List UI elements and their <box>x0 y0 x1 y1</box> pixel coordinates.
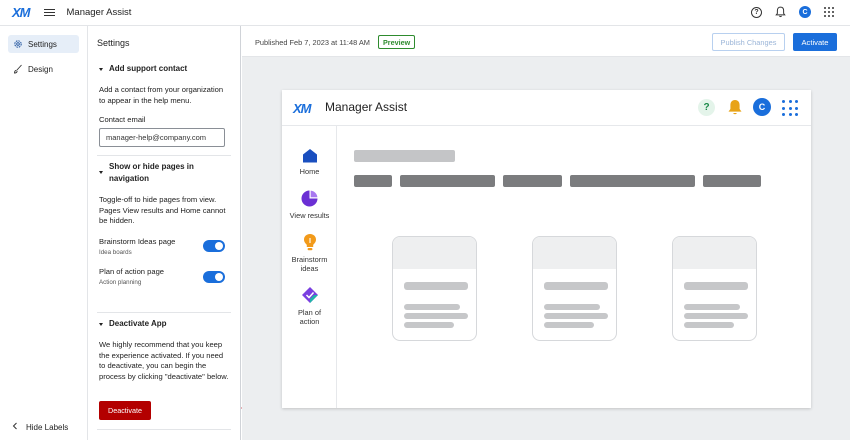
nav-item-design[interactable]: Design <box>8 60 79 78</box>
preview-badge: Preview <box>378 35 416 49</box>
divider <box>97 429 231 430</box>
support-description: Add a contact from your organization to … <box>99 85 224 105</box>
skeleton-tab <box>503 175 562 187</box>
main-area: Published Feb 7, 2023 at 11:48 AM Previe… <box>242 26 850 440</box>
preview-grid-dots-icon <box>782 100 798 116</box>
pages-section-header[interactable]: Show or hide pages in navigation <box>99 161 219 185</box>
main-toolbar: Published Feb 7, 2023 at 11:48 AM Previe… <box>242 26 850 57</box>
chevron-left-icon <box>12 422 18 432</box>
nav-item-label: Settings <box>28 39 57 49</box>
settings-title: Settings <box>97 38 130 48</box>
skeleton-heading <box>354 150 455 162</box>
deactivate-description: We highly recommend that you keep the ex… <box>99 340 229 381</box>
question-circle-icon[interactable]: ? <box>751 6 762 18</box>
toggle-sub-plan: Action planning <box>99 279 142 286</box>
toggle-brainstorm-ideas[interactable] <box>203 240 225 252</box>
skeleton-card <box>672 236 757 341</box>
preview-nav-brainstorm: Brainstorm ideas <box>282 233 337 273</box>
left-nav: Settings Design Hide Labels <box>0 26 88 440</box>
app-title: Manager Assist <box>66 7 132 18</box>
skeleton-tab <box>570 175 695 187</box>
settings-panel: Settings Add support contact Add a conta… <box>88 26 304 440</box>
house-icon <box>302 149 317 163</box>
lightbulb-icon <box>303 234 316 251</box>
grid-dots-icon[interactable] <box>824 7 834 17</box>
preview-avatar: C <box>753 98 771 116</box>
preview-title: Manager Assist <box>325 100 408 114</box>
divider <box>97 312 231 313</box>
preview-nav-view-results: View results <box>282 190 337 220</box>
publish-changes-button[interactable]: Publish Changes <box>712 33 785 51</box>
pie-chart-icon <box>301 190 318 207</box>
activate-button[interactable]: Activate <box>793 33 837 51</box>
preview-help-icon: ? <box>698 99 715 116</box>
nav-item-label: Design <box>28 64 53 74</box>
nav-item-settings[interactable]: Settings <box>8 35 79 53</box>
contact-email-label: Contact email <box>99 115 146 124</box>
caret-down-icon <box>99 67 103 71</box>
skeleton-card <box>392 236 477 341</box>
pages-description: Toggle-off to hide pages from view. Page… <box>99 195 226 226</box>
toggle-label-plan: Plan of action page <box>99 267 165 276</box>
gear-icon <box>13 39 23 49</box>
preview-header: XM Manager Assist ? C <box>282 90 811 126</box>
xm-logo[interactable]: XM <box>12 5 30 20</box>
diamond-check-icon <box>301 287 318 303</box>
hide-labels-button[interactable]: Hide Labels <box>12 422 68 432</box>
bell-icon[interactable] <box>775 6 786 18</box>
app-preview: XM Manager Assist ? C Home View results … <box>282 90 811 408</box>
user-avatar[interactable]: C <box>799 6 811 18</box>
top-bar: XM Manager Assist ? C <box>0 0 850 26</box>
toggle-sub-brainstorm: Idea boards <box>99 249 132 256</box>
skeleton-tab <box>354 175 392 187</box>
preview-xm-logo: XM <box>293 101 311 116</box>
toggle-label-brainstorm: Brainstorm Ideas page <box>99 237 176 246</box>
preview-nav-plan: Plan of action <box>282 286 337 326</box>
caret-down-icon <box>99 322 103 326</box>
deactivate-button[interactable]: Deactivate <box>99 401 151 420</box>
top-right-actions: ? C <box>751 6 834 18</box>
hamburger-menu-icon[interactable] <box>43 8 55 17</box>
published-status: Published Feb 7, 2023 at 11:48 AM <box>255 38 370 47</box>
deactivate-section-header[interactable]: Deactivate App <box>99 318 167 330</box>
caret-down-icon <box>99 171 103 174</box>
skeleton-card <box>532 236 617 341</box>
preview-sidebar: Home View results Brainstorm ideas Plan … <box>282 126 337 408</box>
divider <box>97 155 231 156</box>
skeleton-tab <box>400 175 495 187</box>
preview-bell-icon <box>728 100 742 115</box>
skeleton-tab <box>703 175 761 187</box>
hide-labels-text: Hide Labels <box>26 422 69 432</box>
support-section-header[interactable]: Add support contact <box>99 63 187 75</box>
contact-email-input[interactable] <box>99 128 225 147</box>
toggle-plan-of-action[interactable] <box>203 271 225 283</box>
preview-nav-home: Home <box>282 148 337 176</box>
brush-icon <box>13 64 23 74</box>
